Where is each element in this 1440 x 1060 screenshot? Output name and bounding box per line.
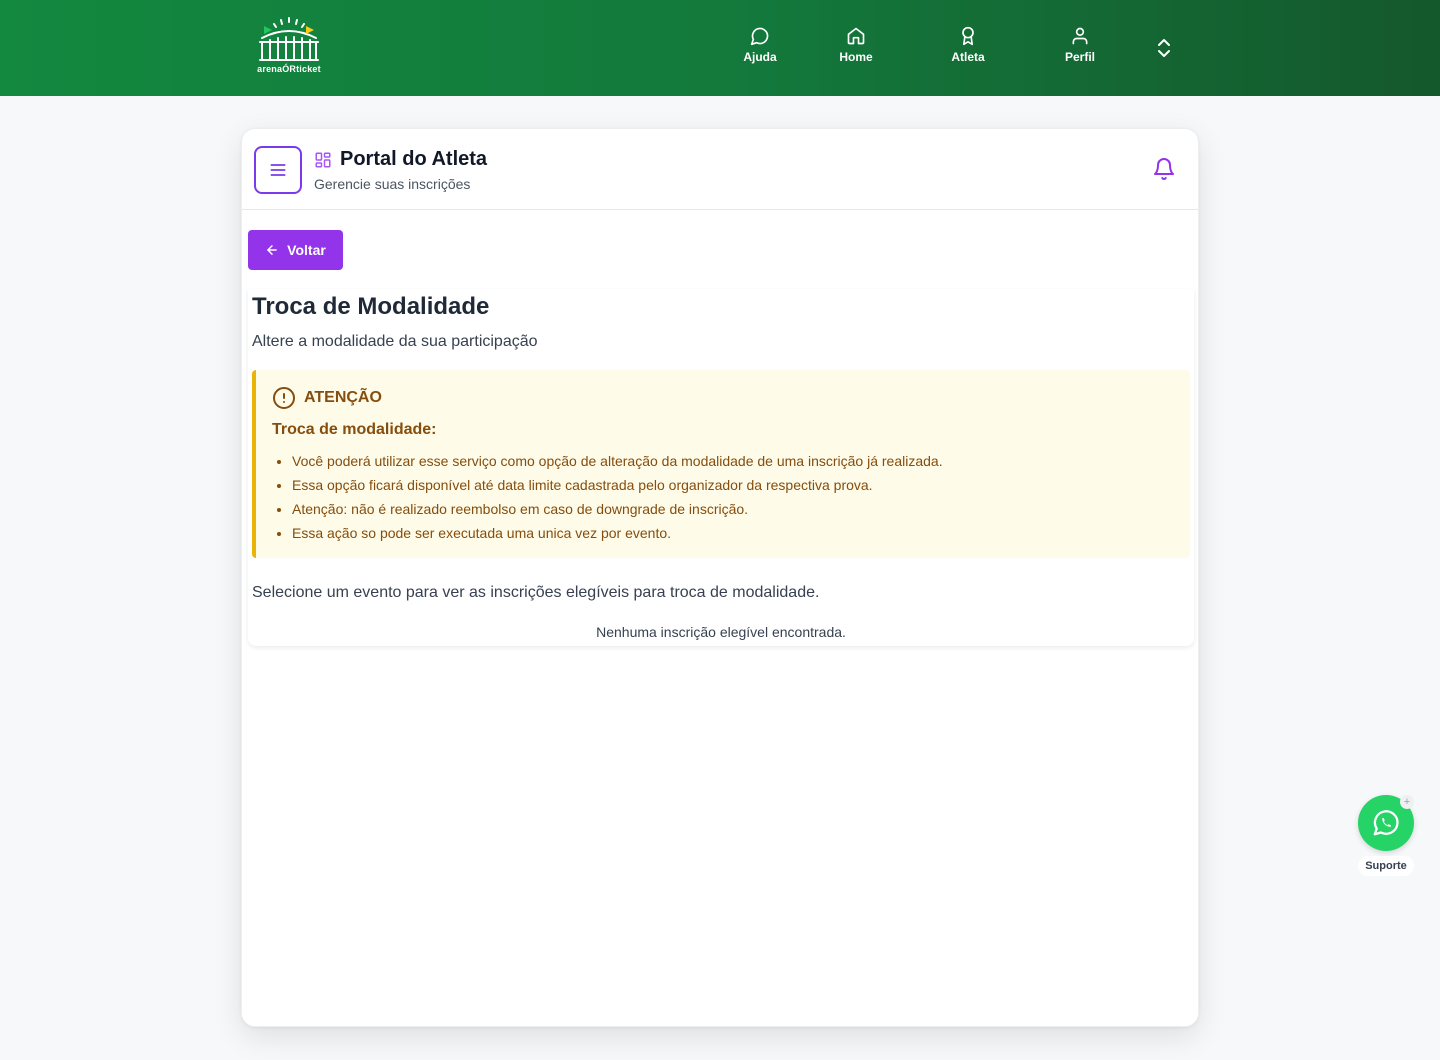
alert-circle-icon: [273, 387, 295, 409]
portal-card: Portal do Atleta Gerencie suas inscriçõe…: [241, 128, 1199, 1027]
alert-title: ATENÇÃO: [304, 389, 382, 406]
nav-label: Ajuda: [743, 50, 777, 64]
nav-atleta[interactable]: Atleta: [933, 26, 1003, 64]
logo-text: arenaÓRticket: [257, 64, 321, 74]
portal-title: Portal do Atleta: [340, 148, 488, 170]
nav-label: Perfil: [1064, 50, 1095, 64]
top-navbar: arenaÓRticket Ajuda Home Atleta Perfil: [0, 0, 1440, 96]
dashboard-grid-icon: [315, 152, 331, 168]
arrow-left-icon: [267, 245, 277, 255]
chat-icon: [750, 27, 769, 46]
list-item: Você poderá utilizar esse serviço como o…: [292, 451, 1182, 475]
nav-label: Home: [839, 50, 873, 64]
bell-icon: [1154, 158, 1174, 180]
portal-header: Portal do Atleta Gerencie suas inscriçõe…: [242, 129, 1198, 210]
list-item: Essa ação so pode ser executada uma unic…: [292, 523, 1182, 547]
plus-icon: +: [1400, 795, 1414, 809]
attention-alert: ATENÇÃO Troca de modalidade: Você poderá…: [252, 370, 1190, 558]
alert-list: Você poderá utilizar esse serviço como o…: [292, 451, 1182, 547]
home-icon: [847, 27, 865, 45]
page-subtitle: Altere a modalidade da sua participação: [252, 333, 538, 350]
hamburger-menu-icon: [270, 164, 286, 176]
brand-logo[interactable]: arenaÓRticket: [254, 16, 324, 76]
stadium-logo-icon: [259, 17, 319, 61]
support-label: Suporte: [1358, 856, 1414, 876]
modality-change-panel: Troca de Modalidade Altere a modalidade …: [248, 289, 1194, 646]
chevrons-up-down-icon: [1158, 39, 1170, 57]
list-item: Essa opção ficará disponível até data li…: [292, 475, 1182, 499]
nav-expand-toggle[interactable]: [1152, 36, 1176, 60]
portal-subtitle: Gerencie suas inscrições: [314, 176, 471, 192]
whatsapp-icon: [1373, 810, 1399, 836]
nav-home[interactable]: Home: [821, 26, 891, 64]
alert-subtitle: Troca de modalidade:: [272, 421, 437, 438]
menu-button[interactable]: [254, 146, 302, 194]
back-button-label: Voltar: [287, 242, 326, 258]
nav-perfil[interactable]: Perfil: [1045, 26, 1115, 64]
nav-ajuda[interactable]: Ajuda: [725, 26, 795, 64]
back-button[interactable]: Voltar: [248, 230, 343, 270]
page-title: Troca de Modalidade: [252, 293, 490, 320]
award-icon: [962, 26, 974, 46]
user-icon: [1072, 27, 1088, 45]
select-event-message: Selecione um evento para ver as inscriçõ…: [252, 584, 820, 601]
empty-state-message: Nenhuma inscrição elegível encontrada.: [596, 624, 846, 640]
list-item: Atenção: não é realizado reembolso em ca…: [292, 499, 1182, 523]
notifications-button[interactable]: [1152, 157, 1176, 186]
nav-label: Atleta: [951, 50, 985, 64]
